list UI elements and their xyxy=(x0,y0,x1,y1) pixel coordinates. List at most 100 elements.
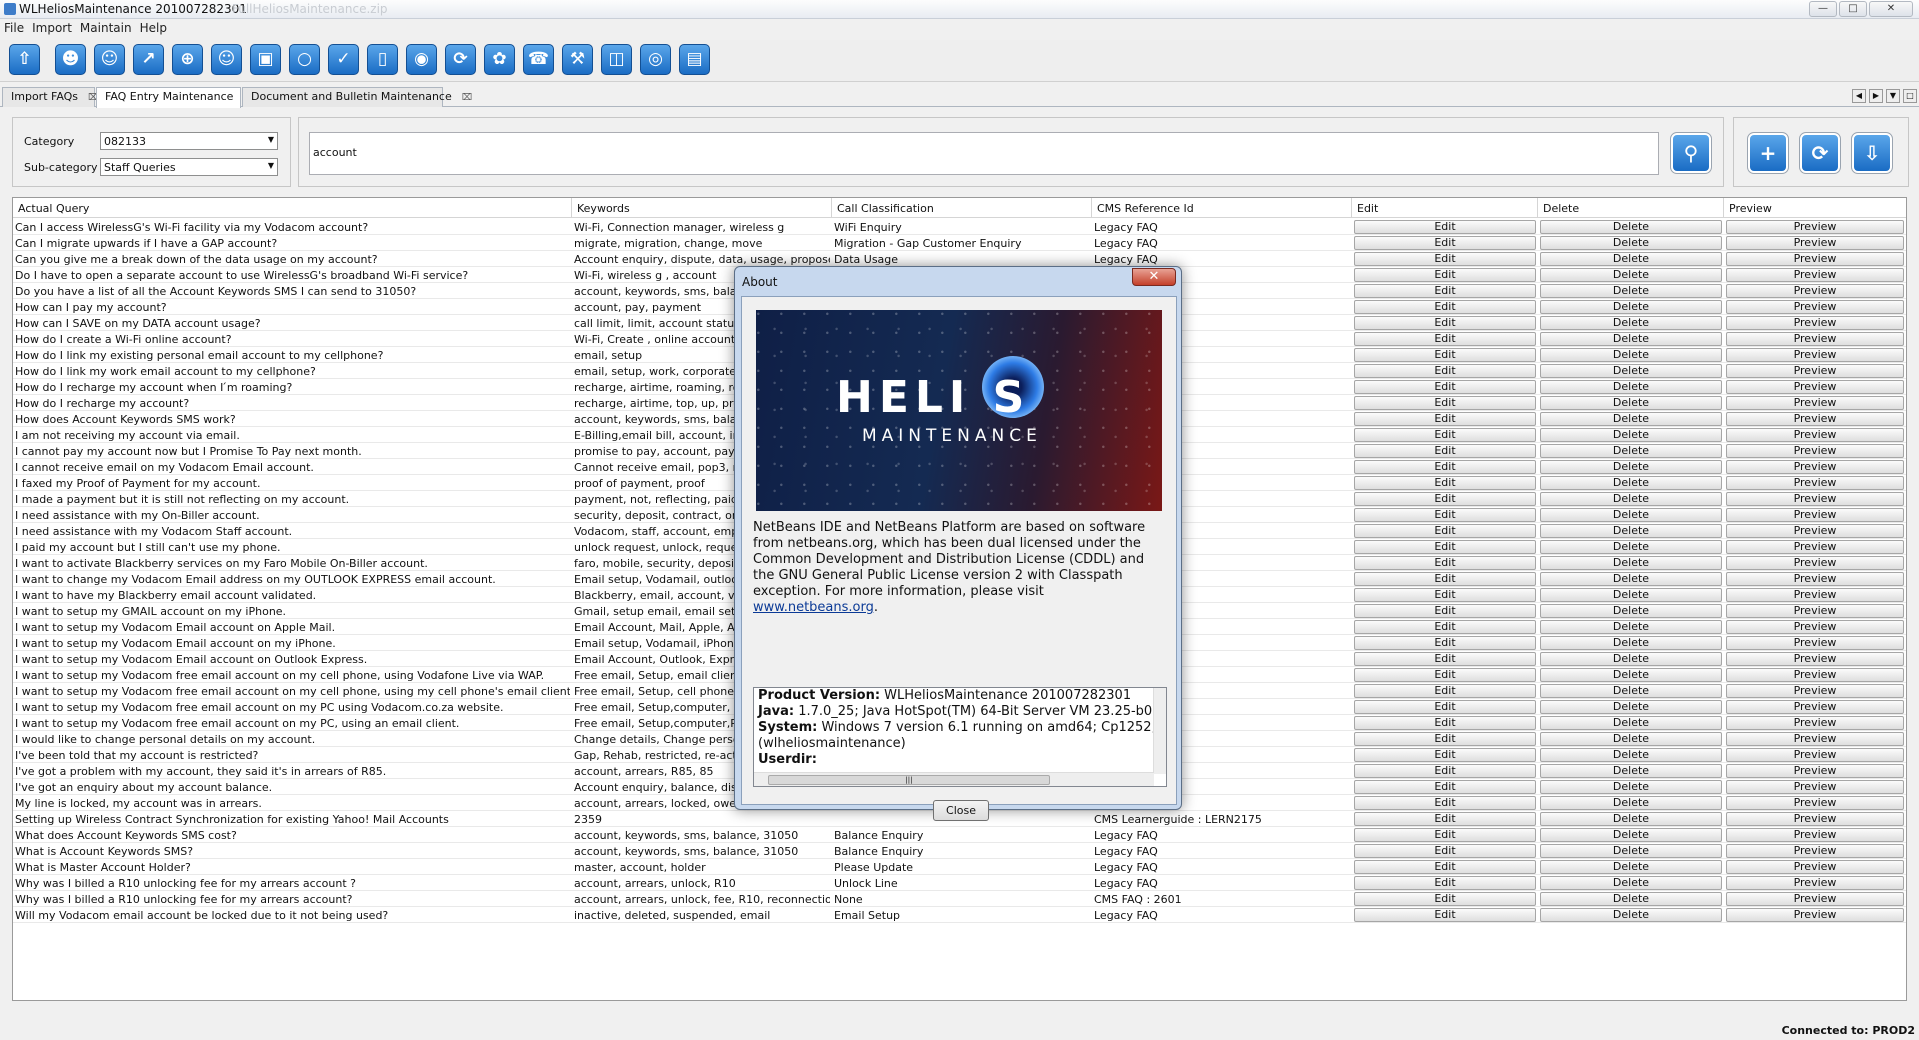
edit-button[interactable]: Edit xyxy=(1354,252,1536,266)
close-button[interactable]: Close xyxy=(933,800,989,821)
search-button[interactable]: ⚲ xyxy=(1670,132,1712,174)
phone-icon[interactable]: ☎ xyxy=(523,44,554,75)
tab-list-icon[interactable]: ▼ xyxy=(1886,89,1900,103)
edit-button[interactable]: Edit xyxy=(1354,220,1536,234)
delete-button[interactable]: Delete xyxy=(1540,636,1722,650)
header-actual-query[interactable]: Actual Query xyxy=(13,198,572,218)
delete-button[interactable]: Delete xyxy=(1540,780,1722,794)
delete-button[interactable]: Delete xyxy=(1540,652,1722,666)
preview-button[interactable]: Preview xyxy=(1726,716,1904,730)
edit-button[interactable]: Edit xyxy=(1354,428,1536,442)
table-row[interactable]: What is Master Account Holder? master, ac… xyxy=(13,859,1906,875)
preview-button[interactable]: Preview xyxy=(1726,556,1904,570)
delete-button[interactable]: Delete xyxy=(1540,508,1722,522)
menu-file[interactable]: File xyxy=(0,19,28,35)
edit-button[interactable]: Edit xyxy=(1354,300,1536,314)
preview-button[interactable]: Preview xyxy=(1726,524,1904,538)
delete-button[interactable]: Delete xyxy=(1540,684,1722,698)
table-row[interactable]: Why was I billed a R10 unlocking fee for… xyxy=(13,891,1906,907)
users-icon[interactable]: ☻ xyxy=(55,44,86,75)
delete-button[interactable]: Delete xyxy=(1540,844,1722,858)
delete-button[interactable]: Delete xyxy=(1540,284,1722,298)
edit-button[interactable]: Edit xyxy=(1354,332,1536,346)
preview-button[interactable]: Preview xyxy=(1726,460,1904,474)
edit-button[interactable]: Edit xyxy=(1354,732,1536,746)
delete-button[interactable]: Delete xyxy=(1540,572,1722,586)
preview-button[interactable]: Preview xyxy=(1726,348,1904,362)
delete-button[interactable]: Delete xyxy=(1540,412,1722,426)
tab-right-icon[interactable]: ▶ xyxy=(1869,89,1883,103)
delete-button[interactable]: Delete xyxy=(1540,492,1722,506)
edit-button[interactable]: Edit xyxy=(1354,652,1536,666)
delete-button[interactable]: Delete xyxy=(1540,860,1722,874)
header-delete[interactable]: Delete xyxy=(1538,198,1724,218)
preview-button[interactable]: Preview xyxy=(1726,796,1904,810)
delete-button[interactable]: Delete xyxy=(1540,908,1722,922)
delete-button[interactable]: Delete xyxy=(1540,620,1722,634)
tab-document-bulletin-maintenance[interactable]: Document and Bulletin Maintenance ⌧ xyxy=(242,87,472,107)
edit-button[interactable]: Edit xyxy=(1354,812,1536,826)
minimize-button[interactable]: — xyxy=(1809,1,1837,17)
preview-button[interactable]: Preview xyxy=(1726,252,1904,266)
book-icon[interactable]: ◫ xyxy=(601,44,632,75)
preview-button[interactable]: Preview xyxy=(1726,876,1904,890)
tab-left-icon[interactable]: ◀ xyxy=(1852,89,1866,103)
edit-button[interactable]: Edit xyxy=(1354,604,1536,618)
preview-button[interactable]: Preview xyxy=(1726,508,1904,522)
preview-button[interactable]: Preview xyxy=(1726,652,1904,666)
user-icon[interactable]: ☺ xyxy=(94,44,125,75)
table-row[interactable]: Can you give me a break down of the data… xyxy=(13,251,1906,267)
scroll-thumb[interactable]: ||| xyxy=(768,775,1050,785)
preview-button[interactable]: Preview xyxy=(1726,284,1904,298)
upload-icon[interactable]: ⇧ xyxy=(9,44,40,75)
edit-button[interactable]: Edit xyxy=(1354,396,1536,410)
phone-device-icon[interactable]: ▯ xyxy=(367,44,398,75)
user-lock-icon[interactable]: ☺ xyxy=(211,44,242,75)
header-keywords[interactable]: Keywords xyxy=(572,198,832,218)
delete-button[interactable]: Delete xyxy=(1540,700,1722,714)
preview-button[interactable]: Preview xyxy=(1726,476,1904,490)
preview-button[interactable]: Preview xyxy=(1726,908,1904,922)
preview-button[interactable]: Preview xyxy=(1726,220,1904,234)
edit-button[interactable]: Edit xyxy=(1354,908,1536,922)
chat-icon[interactable]: ○ xyxy=(289,44,320,75)
delete-button[interactable]: Delete xyxy=(1540,540,1722,554)
close-icon[interactable]: ⌧ xyxy=(462,93,472,103)
delete-button[interactable]: Delete xyxy=(1540,604,1722,618)
header-call-classification[interactable]: Call Classification xyxy=(832,198,1092,218)
preview-button[interactable]: Preview xyxy=(1726,844,1904,858)
delete-button[interactable]: Delete xyxy=(1540,220,1722,234)
delete-button[interactable]: Delete xyxy=(1540,796,1722,810)
menu-help[interactable]: Help xyxy=(136,19,171,35)
delete-button[interactable]: Delete xyxy=(1540,300,1722,314)
edit-button[interactable]: Edit xyxy=(1354,828,1536,842)
table-row[interactable]: Will my Vodacom email account be locked … xyxy=(13,907,1906,923)
delete-button[interactable]: Delete xyxy=(1540,716,1722,730)
edit-button[interactable]: Edit xyxy=(1354,460,1536,474)
preview-button[interactable]: Preview xyxy=(1726,892,1904,906)
edit-button[interactable]: Edit xyxy=(1354,764,1536,778)
edit-button[interactable]: Edit xyxy=(1354,508,1536,522)
network-icon[interactable]: ✿ xyxy=(484,44,515,75)
edit-button[interactable]: Edit xyxy=(1354,476,1536,490)
preview-button[interactable]: Preview xyxy=(1726,732,1904,746)
edit-button[interactable]: Edit xyxy=(1354,668,1536,682)
table-row[interactable]: Why was I billed a R10 unlocking fee for… xyxy=(13,875,1906,891)
vertical-scrollbar[interactable] xyxy=(1153,688,1166,774)
edit-button[interactable]: Edit xyxy=(1354,492,1536,506)
edit-button[interactable]: Edit xyxy=(1354,748,1536,762)
delete-button[interactable]: Delete xyxy=(1540,764,1722,778)
lock-icon[interactable]: ▣ xyxy=(250,44,281,75)
edit-button[interactable]: Edit xyxy=(1354,348,1536,362)
edit-button[interactable]: Edit xyxy=(1354,876,1536,890)
edit-button[interactable]: Edit xyxy=(1354,620,1536,634)
edit-button[interactable]: Edit xyxy=(1354,556,1536,570)
preview-button[interactable]: Preview xyxy=(1726,540,1904,554)
document-icon[interactable]: ▤ xyxy=(679,44,710,75)
download-button[interactable]: ⇩ xyxy=(1851,132,1893,174)
delete-button[interactable]: Delete xyxy=(1540,444,1722,458)
preview-button[interactable]: Preview xyxy=(1726,636,1904,650)
delete-button[interactable]: Delete xyxy=(1540,748,1722,762)
preview-button[interactable]: Preview xyxy=(1726,364,1904,378)
delete-button[interactable]: Delete xyxy=(1540,252,1722,266)
